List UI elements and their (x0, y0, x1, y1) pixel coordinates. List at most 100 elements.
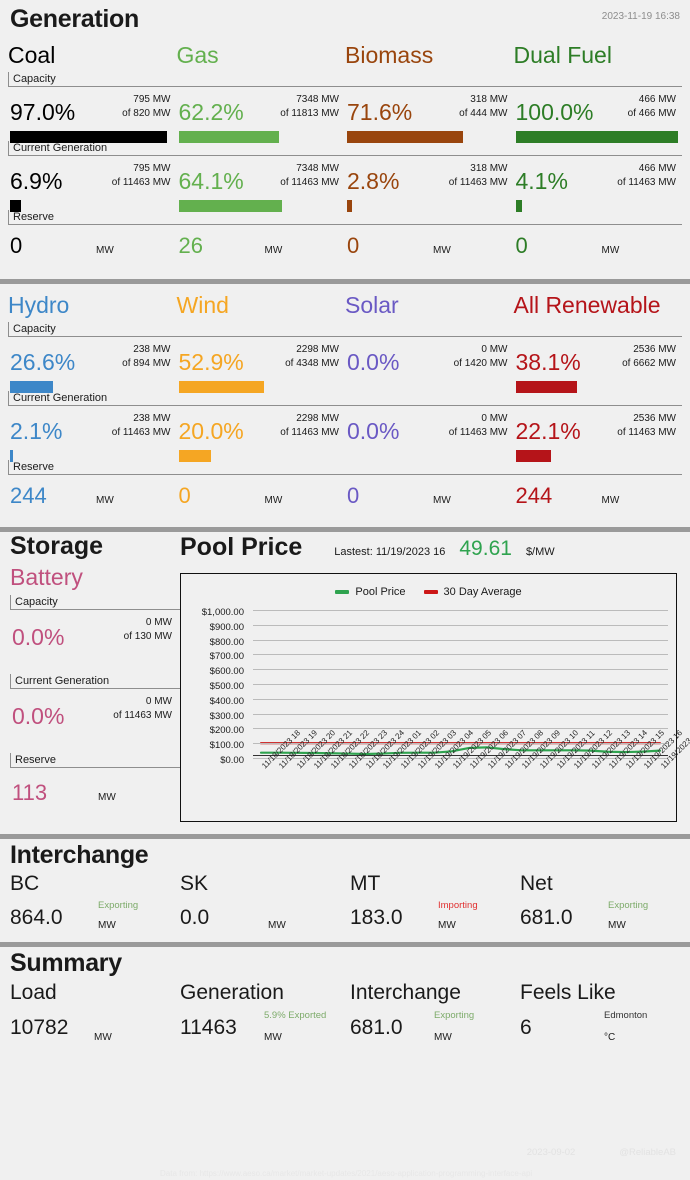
current-bar (515, 450, 552, 462)
current-generation-cell: 64.1% 7348 MW of 11463 MW (177, 156, 346, 212)
pool-price-panel: Pool Price Lastest: 11/19/2023 16 49.61 … (180, 532, 690, 824)
current-mw-total: of 11463 MW (280, 427, 339, 438)
fuel-label: Solar (345, 292, 399, 318)
current-bar (347, 200, 352, 212)
current-percent: 2.1% (10, 418, 63, 444)
reserve-value: 244 (515, 483, 553, 508)
storage-reserve-label: Reserve (10, 753, 180, 768)
capacity-mw-value: 795 MW (133, 94, 171, 105)
pool-price-chart[interactable]: Pool Price 30 Day Average $1,000.00 $900.0… (180, 573, 690, 822)
y-tick-label: $700.00 (209, 651, 244, 663)
fuel-col-all-renewable: All Renewable (514, 284, 683, 320)
current-mw-value: 238 MW (133, 413, 171, 424)
current-percent: 6.9% (10, 168, 63, 194)
interchange-status-badge: Exporting (608, 900, 649, 911)
current-percent: 0.0% (347, 418, 400, 444)
current-percent: 20.0% (178, 418, 244, 444)
fuel-label: All Renewable (513, 292, 661, 318)
summary-status-badge: Edmonton (604, 1010, 648, 1021)
capacity-percent: 52.9% (178, 349, 244, 375)
current-generation-row: 6.9% 795 MW of 11463 MW 64.1% 7348 MW of 1146… (8, 156, 682, 212)
capacity-mw-total: of 466 MW (627, 108, 676, 119)
fuel-col-biomass: Biomass (345, 34, 514, 70)
reserve-unit: MW (264, 245, 283, 256)
capacity-mw: 795 MW of 820 MW (122, 93, 170, 121)
current-mw-value: 318 MW (470, 163, 508, 174)
storage-battery-label: Battery (10, 564, 83, 590)
capacity-mw-total: of 820 MW (122, 108, 171, 119)
current-generation-cell: 0.0% 0 MW of 11463 MW (345, 406, 514, 458)
gridline (253, 654, 668, 656)
watermark-handle: @ReliableAB (619, 1147, 676, 1158)
summary-value-cell: 10782 MW (10, 1008, 180, 1062)
capacity-mw-value: 466 MW (638, 94, 676, 105)
fuel-label: Gas (176, 42, 219, 68)
capacity-mw-value: 2298 MW (296, 344, 339, 355)
capacity-cell: 38.1% 2536 MW of 6662 MW (514, 337, 683, 393)
interchange-names-row: BC SK MT Net (0, 870, 690, 898)
reserve-cell: 244 MW (514, 475, 683, 523)
capacity-mw-total: of 894 MW (122, 358, 171, 369)
summary-name: Feels Like (520, 981, 616, 1004)
reserve-unit: MW (433, 495, 451, 506)
storage-panel: Storage Battery Capacity 0.0% 0 MW of 13… (0, 532, 180, 824)
reserve-cell: 0 MW (177, 475, 346, 523)
fuel-name-row: Coal Gas Biomass Dual Fuel (8, 34, 682, 70)
legend-item: 30 Day Average (423, 586, 522, 598)
current-mw-value: 0 MW (481, 413, 508, 424)
interchange-value-cell: 864.0 Exporting MW (10, 898, 180, 940)
current-mw: 795 MW of 11463 MW (112, 162, 171, 190)
chart-legend: Pool Price 30 Day Average (181, 574, 676, 598)
reserve-value: 0 (515, 233, 528, 258)
reserve-unit: MW (601, 245, 620, 256)
capacity-bar (10, 131, 168, 143)
storage-current-label: Current Generation (10, 674, 180, 689)
fuel-label: Biomass (345, 42, 434, 68)
capacity-percent: 97.0% (10, 99, 76, 125)
capacity-mw-total: of 1420 MW (453, 358, 508, 369)
reserve-cell: 0 MW (514, 225, 683, 273)
capacity-mw: 2536 MW of 6662 MW (622, 343, 676, 371)
reserve-value: 0 (178, 483, 191, 508)
summary-name: Generation (180, 981, 284, 1004)
current-mw-total: of 11463 MW (280, 177, 339, 188)
capacity-bar (178, 381, 265, 393)
pool-price-title: Pool Price (180, 533, 303, 561)
interchange-values-row: 864.0 Exporting MW 0.0 MW 183.0 Importing MW 681… (0, 898, 690, 940)
capacity-bar (178, 131, 280, 143)
header-timestamp: 2023-11-19 16:38 (601, 11, 680, 22)
reserve-unit: MW (433, 245, 451, 256)
chart-y-axis-labels: $1,000.00 $900.00 $800.00 $700.00 $600.00 $50… (181, 608, 249, 771)
current-bar (10, 450, 14, 462)
storage-title: Storage (10, 532, 104, 560)
current-bar (178, 450, 211, 462)
interchange-value: 864.0 (10, 906, 63, 929)
page-title: Generation (10, 5, 139, 33)
band-label-current-generation: Current Generation (8, 391, 682, 406)
reserve-row: 0 MW 26 MW 0 MW 0 MW (8, 225, 682, 273)
capacity-mw-value: 0 MW (481, 344, 508, 355)
reserve-value: 244 (10, 483, 47, 508)
current-generation-cell: 2.1% 238 MW of 11463 MW (8, 406, 177, 462)
fuel-label: Hydro (8, 292, 70, 318)
current-mw-total: of 11463 MW (617, 427, 676, 438)
current-mw: 318 MW of 11463 MW (449, 162, 508, 190)
interchange-name: SK (180, 872, 209, 895)
capacity-mw: 7348 MW of 11813 MW (280, 93, 339, 121)
current-generation-row: 2.1% 238 MW of 11463 MW 20.0% 2298 MW of 1146… (8, 406, 682, 462)
storage-capacity-label: Capacity (10, 595, 180, 610)
reserve-row: 244 MW 0 MW 0 MW 244 MW (8, 475, 682, 523)
interchange-name: MT (350, 872, 381, 895)
capacity-percent: 100.0% (515, 99, 594, 125)
interchange-value-cell: 183.0 Importing MW (350, 898, 520, 940)
storage-capacity-mw-value: 0 MW (145, 617, 172, 628)
current-mw: 7348 MW of 11463 MW (280, 162, 339, 190)
current-mw-value: 795 MW (133, 163, 171, 174)
current-mw-value: 7348 MW (296, 163, 339, 174)
storage-reserve-stat: 113 MW (10, 768, 180, 824)
pool-price-latest-label: Lastest: 11/19/2023 16 (334, 546, 446, 558)
capacity-cell: 71.6% 318 MW of 444 MW (345, 87, 514, 143)
fuel-col-wind: Wind (177, 284, 346, 320)
y-tick-label: $300.00 (209, 710, 244, 722)
current-percent: 22.1% (515, 418, 581, 444)
